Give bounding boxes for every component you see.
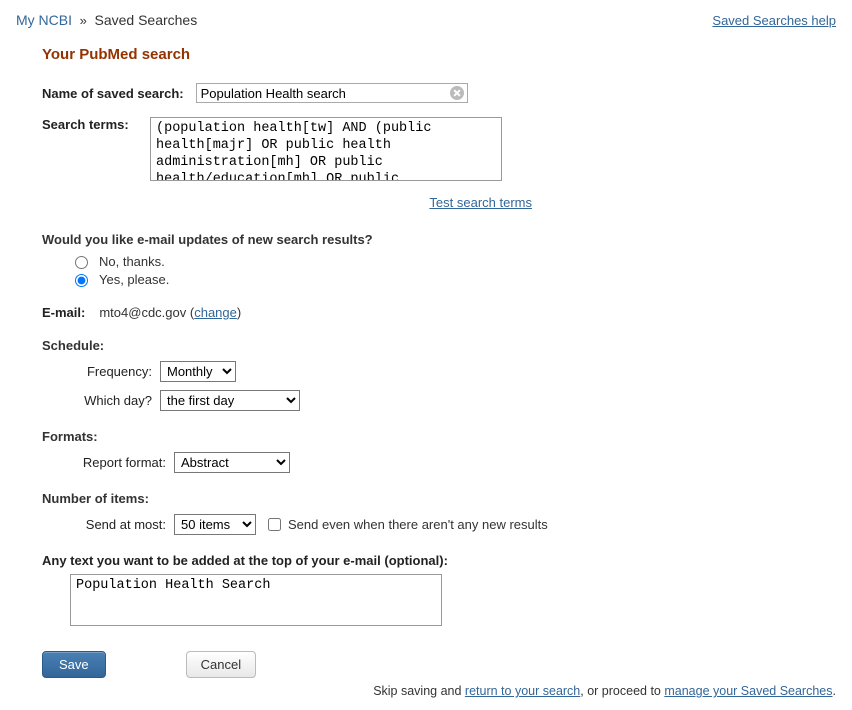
which-day-label: Which day?	[70, 393, 152, 408]
radio-no[interactable]	[75, 256, 88, 269]
report-format-label: Report format:	[70, 455, 166, 470]
help-link[interactable]: Saved Searches help	[712, 13, 836, 28]
search-terms-textarea[interactable]	[150, 117, 502, 181]
send-at-most-label: Send at most:	[70, 517, 166, 532]
radio-yes[interactable]	[75, 274, 88, 287]
radio-yes-label[interactable]: Yes, please.	[70, 271, 826, 287]
schedule-heading: Schedule:	[42, 338, 826, 353]
cancel-button[interactable]: Cancel	[186, 651, 256, 678]
formats-heading: Formats:	[42, 429, 826, 444]
send-even-checkbox[interactable]	[268, 518, 281, 531]
email-label: E-mail:	[42, 305, 85, 320]
items-heading: Number of items:	[42, 491, 826, 506]
breadcrumb-bar: My NCBI » Saved Searches Saved Searches …	[16, 12, 836, 28]
breadcrumb-current: Saved Searches	[94, 12, 197, 28]
radio-yes-text: Yes, please.	[99, 272, 169, 287]
report-format-select[interactable]: Abstract	[174, 452, 290, 473]
footer-text: Skip saving and return to your search, o…	[16, 684, 836, 698]
radio-no-label[interactable]: No, thanks.	[70, 253, 826, 269]
return-to-search-link[interactable]: return to your search	[465, 684, 580, 698]
frequency-select[interactable]: Monthly	[160, 361, 236, 382]
which-day-select[interactable]: the first day	[160, 390, 300, 411]
name-label: Name of saved search:	[42, 86, 184, 101]
body-text-label: Any text you want to be added at the top…	[42, 553, 826, 568]
email-updates-question: Would you like e-mail updates of new sea…	[42, 232, 826, 247]
test-search-link[interactable]: Test search terms	[429, 195, 532, 210]
change-email-link[interactable]: change	[194, 305, 237, 320]
email-value: mto4@cdc.gov	[99, 305, 186, 320]
breadcrumb-my-ncbi[interactable]: My NCBI	[16, 12, 72, 28]
email-body-textarea[interactable]	[70, 574, 442, 626]
radio-no-text: No, thanks.	[99, 254, 165, 269]
send-at-most-select[interactable]: 50 items	[174, 514, 256, 535]
page-title: Your PubMed search	[42, 46, 826, 63]
send-even-label: Send even when there aren't any new resu…	[288, 517, 548, 532]
terms-label: Search terms:	[42, 117, 138, 132]
clear-name-icon[interactable]	[450, 86, 464, 100]
search-name-input[interactable]	[196, 83, 468, 103]
manage-saved-searches-link[interactable]: manage your Saved Searches	[664, 684, 832, 698]
breadcrumb-sep: »	[76, 13, 91, 28]
save-button[interactable]: Save	[42, 651, 106, 678]
frequency-label: Frequency:	[70, 364, 152, 379]
